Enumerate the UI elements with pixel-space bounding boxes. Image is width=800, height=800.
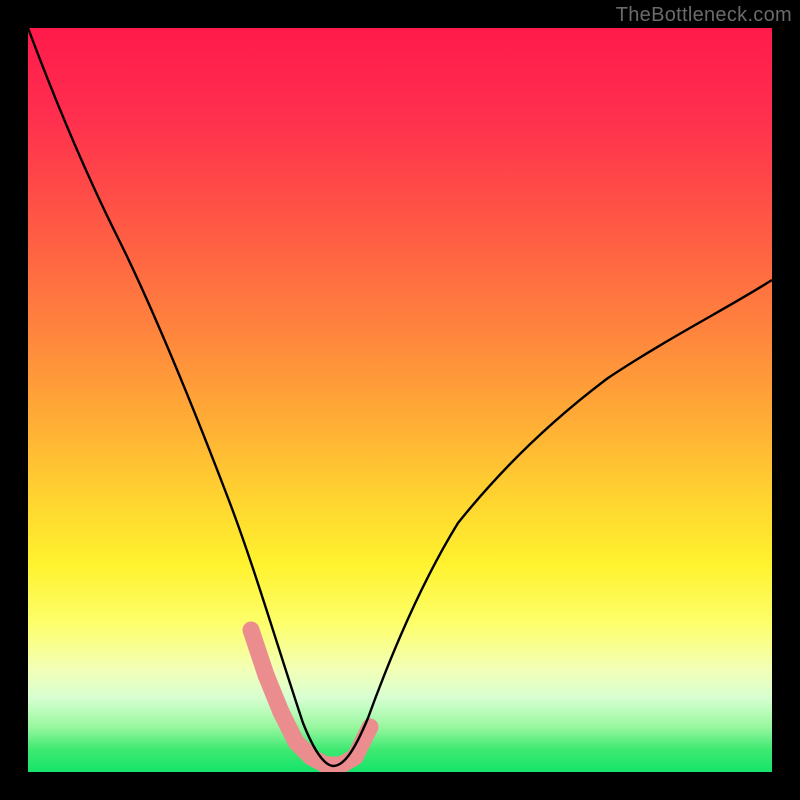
main-curve [28,28,772,766]
highlight-band [251,630,370,765]
plot-area [28,28,772,772]
curve-layer [28,28,772,772]
chart-frame: TheBottleneck.com [0,0,800,800]
watermark-label: TheBottleneck.com [616,4,792,27]
